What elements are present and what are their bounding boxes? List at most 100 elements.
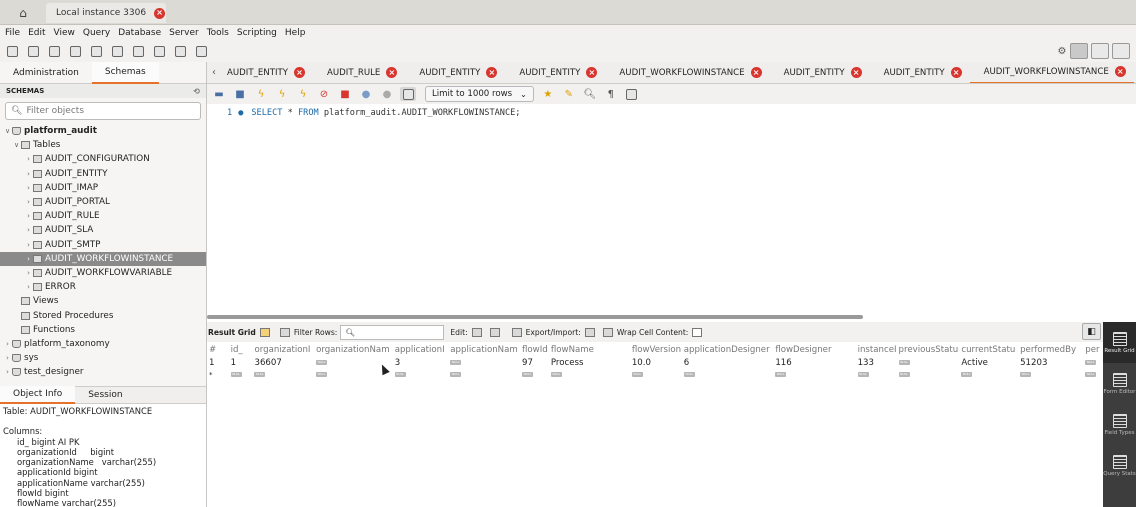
create-schema-icon[interactable]	[67, 44, 83, 58]
filter-objects-input[interactable]: 🔍︎ Filter objects	[5, 102, 201, 120]
sql-line[interactable]: 1 ● SELECT * FROM platform_audit.AUDIT_WOR…	[227, 108, 520, 118]
table-node-selected[interactable]: › AUDIT_WORKFLOWINSTANCE	[0, 251, 206, 266]
column-header[interactable]: organizationI	[252, 342, 314, 357]
schema-node[interactable]: › platform_taxonomy	[3, 337, 206, 351]
table-cell[interactable]: NULL	[897, 369, 960, 381]
column-header[interactable]: flowId	[520, 342, 549, 357]
delete-row-icon[interactable]	[511, 327, 522, 337]
open-sql-script-icon[interactable]	[25, 44, 41, 58]
result-grid-view-button[interactable]: Result Grid	[1103, 322, 1136, 363]
table-cell[interactable]: 10.0	[630, 357, 682, 369]
menu-file[interactable]: File	[5, 28, 20, 38]
editor-tab[interactable]: AUDIT_ENTITY ×	[870, 62, 970, 83]
column-header[interactable]: previousStatu	[897, 342, 960, 357]
menu-tools[interactable]: Tools	[207, 28, 229, 38]
table-cell[interactable]: NULL	[773, 369, 855, 381]
beautify-icon[interactable]: ✎	[561, 87, 577, 101]
toggle-secondary-sidebar-icon[interactable]	[1112, 43, 1130, 59]
table-cell[interactable]: 51203	[1018, 357, 1083, 369]
table-node[interactable]: › ERROR	[3, 280, 206, 294]
table-cell[interactable]: Active	[959, 357, 1018, 369]
menu-query[interactable]: Query	[83, 28, 110, 38]
close-icon[interactable]: ×	[486, 67, 498, 78]
chevron-right-icon[interactable]: ›	[24, 155, 33, 163]
tab-object-info[interactable]: Object Info	[0, 386, 76, 404]
schema-node[interactable]: › sys	[3, 351, 206, 365]
toggle-continue-on-error-icon[interactable]: ■	[337, 87, 353, 101]
tab-schemas[interactable]: Schemas	[91, 61, 159, 84]
functions-node[interactable]: Functions	[3, 323, 206, 337]
table-cell[interactable]: NULL	[1083, 369, 1103, 381]
table-cell[interactable]: NULL	[897, 357, 960, 369]
close-icon[interactable]: ×	[154, 7, 166, 19]
table-cell[interactable]: NULL	[520, 369, 549, 381]
tables-node[interactable]: ∨ Tables	[3, 138, 206, 152]
import-icon[interactable]	[602, 327, 613, 337]
column-header[interactable]: per	[1083, 342, 1103, 357]
schema-node[interactable]: › test_designer	[3, 365, 206, 379]
find-icon[interactable]: 🔍︎	[582, 87, 598, 101]
create-procedure-icon[interactable]	[130, 44, 146, 58]
edit-row-icon[interactable]	[471, 327, 482, 337]
column-header[interactable]: applicationNam	[448, 342, 520, 357]
close-icon[interactable]: ×	[950, 67, 962, 78]
table-cell[interactable]: NULL	[856, 369, 897, 381]
editor-tab[interactable]: AUDIT_RULE ×	[313, 62, 405, 83]
editor-tab[interactable]: AUDIT_ENTITY ×	[220, 62, 313, 83]
explain-icon[interactable]: ϟ	[295, 87, 311, 101]
table-node[interactable]: › AUDIT_ENTITY	[3, 167, 206, 181]
stop-icon[interactable]: ⊘	[316, 87, 332, 101]
grid-icon[interactable]	[259, 327, 270, 337]
add-row-icon[interactable]	[489, 327, 500, 337]
menu-help[interactable]: Help	[285, 28, 306, 38]
chevron-right-icon[interactable]: ›	[24, 170, 33, 178]
tab-administration[interactable]: Administration	[0, 62, 92, 84]
editor-tab[interactable]: AUDIT_ENTITY ×	[770, 62, 870, 83]
create-view-icon[interactable]	[109, 44, 125, 58]
limit-rows-select[interactable]: Limit to 1000 rows ⌄	[425, 86, 534, 102]
menu-database[interactable]: Database	[118, 28, 161, 38]
autocommit-icon[interactable]	[400, 87, 416, 101]
editor-tab[interactable]: AUDIT_ENTITY ×	[405, 62, 505, 83]
chevron-right-icon[interactable]: ›	[24, 241, 33, 249]
table-cell[interactable]: NULL	[393, 369, 449, 381]
table-node[interactable]: › AUDIT_RULE	[3, 209, 206, 223]
table-cell[interactable]: 36607	[252, 357, 314, 369]
chevron-right-icon[interactable]: ›	[24, 212, 33, 220]
refresh-icon[interactable]: ⟲	[193, 87, 200, 96]
query-stats-view-button[interactable]: Query Stats	[1103, 445, 1136, 486]
inspector-icon[interactable]	[46, 44, 62, 58]
save-icon[interactable]: ■	[232, 87, 248, 101]
schema-node[interactable]: ∨ platform_audit	[3, 124, 206, 138]
commit-icon[interactable]: ●	[358, 87, 374, 101]
table-cell[interactable]: NULL	[1018, 369, 1083, 381]
table-cell[interactable]: 97	[520, 357, 549, 369]
chevron-right-icon[interactable]: ›	[3, 368, 12, 376]
column-header[interactable]: instanceI	[856, 342, 897, 357]
row-number-cell[interactable]: 1	[207, 357, 229, 369]
table-cell[interactable]: 3	[393, 357, 449, 369]
table-cell[interactable]: NULL	[549, 369, 630, 381]
search-table-data-icon[interactable]	[172, 44, 188, 58]
column-header[interactable]: applicationDesigner	[682, 342, 774, 357]
table-node[interactable]: › AUDIT_WORKFLOWVARIABLE	[3, 266, 206, 280]
form-editor-view-button[interactable]: Form Editor	[1103, 363, 1136, 404]
column-header[interactable]: flowVersion	[630, 342, 682, 357]
column-header[interactable]: id_	[229, 342, 253, 357]
toggle-sidebar-icon[interactable]	[1070, 43, 1088, 59]
editor-tab[interactable]: AUDIT_WORKFLOWINSTANCE ×	[605, 62, 769, 83]
column-header[interactable]: #	[207, 342, 229, 357]
table-node[interactable]: › AUDIT_IMAP	[3, 181, 206, 195]
menu-server[interactable]: Server	[169, 28, 199, 38]
close-icon[interactable]: ×	[850, 67, 862, 78]
create-table-icon[interactable]	[88, 44, 104, 58]
chevron-down-icon[interactable]: ∨	[12, 141, 21, 149]
create-function-icon[interactable]	[151, 44, 167, 58]
table-cell[interactable]: NULL	[448, 369, 520, 381]
views-node[interactable]: Views	[3, 294, 206, 308]
table-node[interactable]: › AUDIT_SLA	[3, 223, 206, 237]
chevron-right-icon[interactable]: ›	[3, 354, 12, 362]
chevron-right-icon[interactable]: ›	[24, 269, 33, 277]
execute-current-icon[interactable]: ϟ	[274, 87, 290, 101]
close-icon[interactable]: ×	[586, 67, 598, 78]
